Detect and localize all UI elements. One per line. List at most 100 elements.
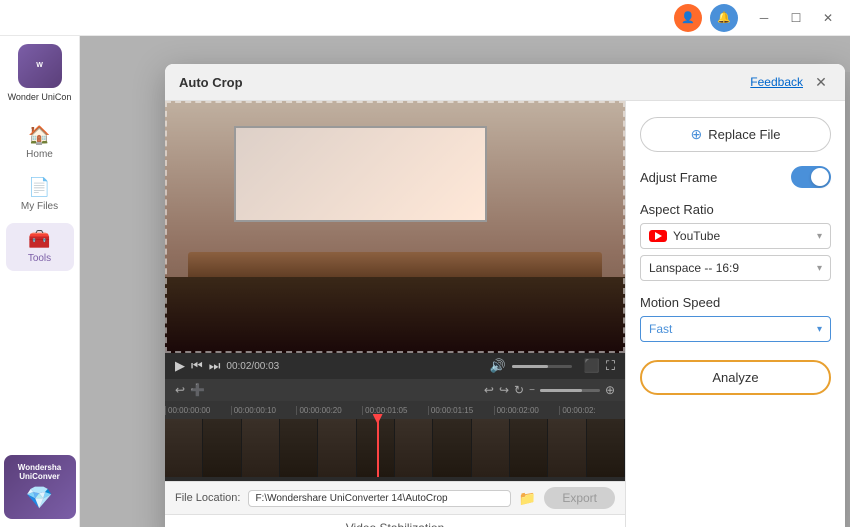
aspect-ratio-label: Aspect Ratio <box>640 202 831 217</box>
projection-screen <box>234 126 487 222</box>
lanspace-dropdown[interactable]: Lanspace -- 16:9 ▾ <box>640 255 831 281</box>
file-location-label: File Location: <box>175 492 240 504</box>
screenshot-btn[interactable]: ⬛ <box>584 358 600 374</box>
user-icon[interactable]: 👤 <box>674 4 702 32</box>
tools-icon: 🧰 <box>28 229 50 250</box>
modal-close-btn[interactable]: ✕ <box>811 72 831 92</box>
timeline: 00:00:00:00 00:00:00:10 00:00:00:20 00:0… <box>165 401 625 481</box>
fullscreen-btn[interactable]: ⛶ <box>606 358 615 374</box>
browse-folder-btn[interactable]: 📁 <box>519 490 536 507</box>
analyze-btn[interactable]: Analyze <box>640 360 831 395</box>
zoom-slider[interactable] <box>540 389 600 392</box>
ruler-mark-5: 00:00:02:00 <box>494 406 560 415</box>
timeline-add-btn[interactable]: ➕ <box>190 383 205 397</box>
ruler-mark-2: 00:00:00:20 <box>296 406 362 415</box>
minimize-btn[interactable]: ─ <box>750 8 778 28</box>
undo-btn[interactable]: ↩ <box>484 383 494 397</box>
track-cell-10 <box>548 419 586 477</box>
main-content: W Wonder UniCon 🏠 Home 📄 My Files 🧰 Tool… <box>0 36 850 527</box>
motion-speed-section: Motion Speed Fast ▾ <box>640 295 831 342</box>
next-frame-btn[interactable]: ⏭ <box>209 358 221 374</box>
modal-bottom-bar: File Location: 📁 Export <box>165 481 625 514</box>
chairs <box>165 277 625 353</box>
files-icon: 📄 <box>28 177 50 198</box>
chevron-down-icon: ▾ <box>817 231 822 242</box>
app-name: Wonder UniCon <box>4 92 76 103</box>
bottom-tab: Video Stabilization <box>165 514 625 527</box>
adjust-frame-label: Adjust Frame <box>640 170 717 185</box>
time-display: 00:02/00:03 <box>226 361 279 372</box>
video-preview <box>165 101 625 353</box>
toggle-thumb <box>811 168 829 186</box>
modal-header: Auto Crop Feedback ✕ <box>165 64 845 101</box>
aspect-ratio-section: Aspect Ratio YouTube ▾ <box>640 202 831 281</box>
prev-frame-btn[interactable]: ⏮ <box>191 358 203 374</box>
app-window: 👤 🔔 ─ ☐ ✕ W Wonder UniCon 🏠 Home 📄 My Fi… <box>0 0 850 527</box>
content-area: Converter ages to other ur files to dito… <box>80 36 850 527</box>
sidebar-item-home[interactable]: 🏠 Home <box>6 119 74 167</box>
sidebar-tools-label: Tools <box>28 253 51 264</box>
title-bar-controls: ─ ☐ ✕ <box>750 8 842 28</box>
zoom-in-btn[interactable]: ⊕ <box>605 383 615 397</box>
replace-icon: ⊕ <box>691 126 703 143</box>
volume-slider[interactable] <box>512 365 572 368</box>
export-btn: Export <box>544 487 615 509</box>
video-panel: ▶ ⏮ ⏭ 00:02/00:03 🔊 ⬛ ⛶ <box>165 101 625 527</box>
ad-diamond-icon: 💎 <box>26 485 53 511</box>
file-path-input[interactable] <box>248 490 510 507</box>
timeline-back-btn[interactable]: ↩ <box>175 383 185 397</box>
volume-fill <box>512 365 548 368</box>
ruler-mark-6: 00:00:02: <box>559 406 625 415</box>
track-cell-9 <box>510 419 548 477</box>
app-logo: W <box>18 44 62 88</box>
track-cell-6 <box>395 419 433 477</box>
replace-file-btn[interactable]: ⊕ Replace File <box>640 117 831 152</box>
adjust-frame-row: Adjust Frame <box>640 166 831 188</box>
logo-text: W <box>36 62 43 70</box>
track-cell-4 <box>318 419 356 477</box>
redo-btn[interactable]: ↪ <box>499 383 509 397</box>
sidebar-ad-text: Wondersha UniConver <box>8 463 72 481</box>
title-bar: 👤 🔔 ─ ☐ ✕ <box>0 0 850 36</box>
ruler-mark-1: 00:00:00:10 <box>231 406 297 415</box>
sidebar: W Wonder UniCon 🏠 Home 📄 My Files 🧰 Tool… <box>0 36 80 527</box>
youtube-dropdown[interactable]: YouTube ▾ <box>640 223 831 249</box>
motion-speed-label: Motion Speed <box>640 295 831 310</box>
video-stabilization-tab[interactable]: Video Stabilization <box>334 517 457 527</box>
timeline-ruler: 00:00:00:00 00:00:00:10 00:00:00:20 00:0… <box>165 401 625 419</box>
zoom-fill <box>540 389 582 392</box>
notification-icon[interactable]: 🔔 <box>710 4 738 32</box>
sidebar-item-myfiles[interactable]: 📄 My Files <box>6 171 74 219</box>
sidebar-myfiles-label: My Files <box>21 201 58 212</box>
refresh-btn[interactable]: ↻ <box>514 383 524 397</box>
ruler-mark-0: 00:00:00:00 <box>165 406 231 415</box>
chevron-down-icon-3: ▾ <box>817 324 822 335</box>
feedback-link[interactable]: Feedback <box>750 75 803 89</box>
modal-overlay: Auto Crop Feedback ✕ <box>80 36 850 527</box>
youtube-icon <box>649 230 667 242</box>
motion-speed-dropdown[interactable]: Fast ▾ <box>640 316 831 342</box>
maximize-btn[interactable]: ☐ <box>782 8 810 28</box>
timeline-toolbar: ↩ ➕ ↩ ↪ ↻ − ⊕ <box>165 379 625 401</box>
track-cell-2 <box>242 419 280 477</box>
adjust-frame-toggle[interactable] <box>791 166 831 188</box>
play-btn[interactable]: ▶ <box>175 358 185 374</box>
track-cell-7 <box>433 419 471 477</box>
ruler-mark-3: 00:00:01:05 <box>362 406 428 415</box>
home-icon: 🏠 <box>28 125 50 146</box>
motion-speed-value: Fast <box>649 322 672 336</box>
youtube-play-icon <box>655 232 662 240</box>
volume-icon[interactable]: 🔊 <box>490 358 506 374</box>
sidebar-ad[interactable]: Wondersha UniConver 💎 <box>4 455 76 519</box>
track-cell-8 <box>472 419 510 477</box>
youtube-option: YouTube <box>649 229 720 243</box>
close-btn[interactable]: ✕ <box>814 8 842 28</box>
lanspace-label: Lanspace -- 16:9 <box>649 261 739 275</box>
sidebar-item-tools[interactable]: 🧰 Tools <box>6 223 74 271</box>
youtube-label: YouTube <box>673 229 720 243</box>
timeline-track <box>165 419 625 477</box>
title-bar-icons: 👤 🔔 <box>674 4 738 32</box>
sidebar-home-label: Home <box>26 149 53 160</box>
track-cell-11 <box>587 419 625 477</box>
ruler-marks: 00:00:00:00 00:00:00:10 00:00:00:20 00:0… <box>165 406 625 415</box>
